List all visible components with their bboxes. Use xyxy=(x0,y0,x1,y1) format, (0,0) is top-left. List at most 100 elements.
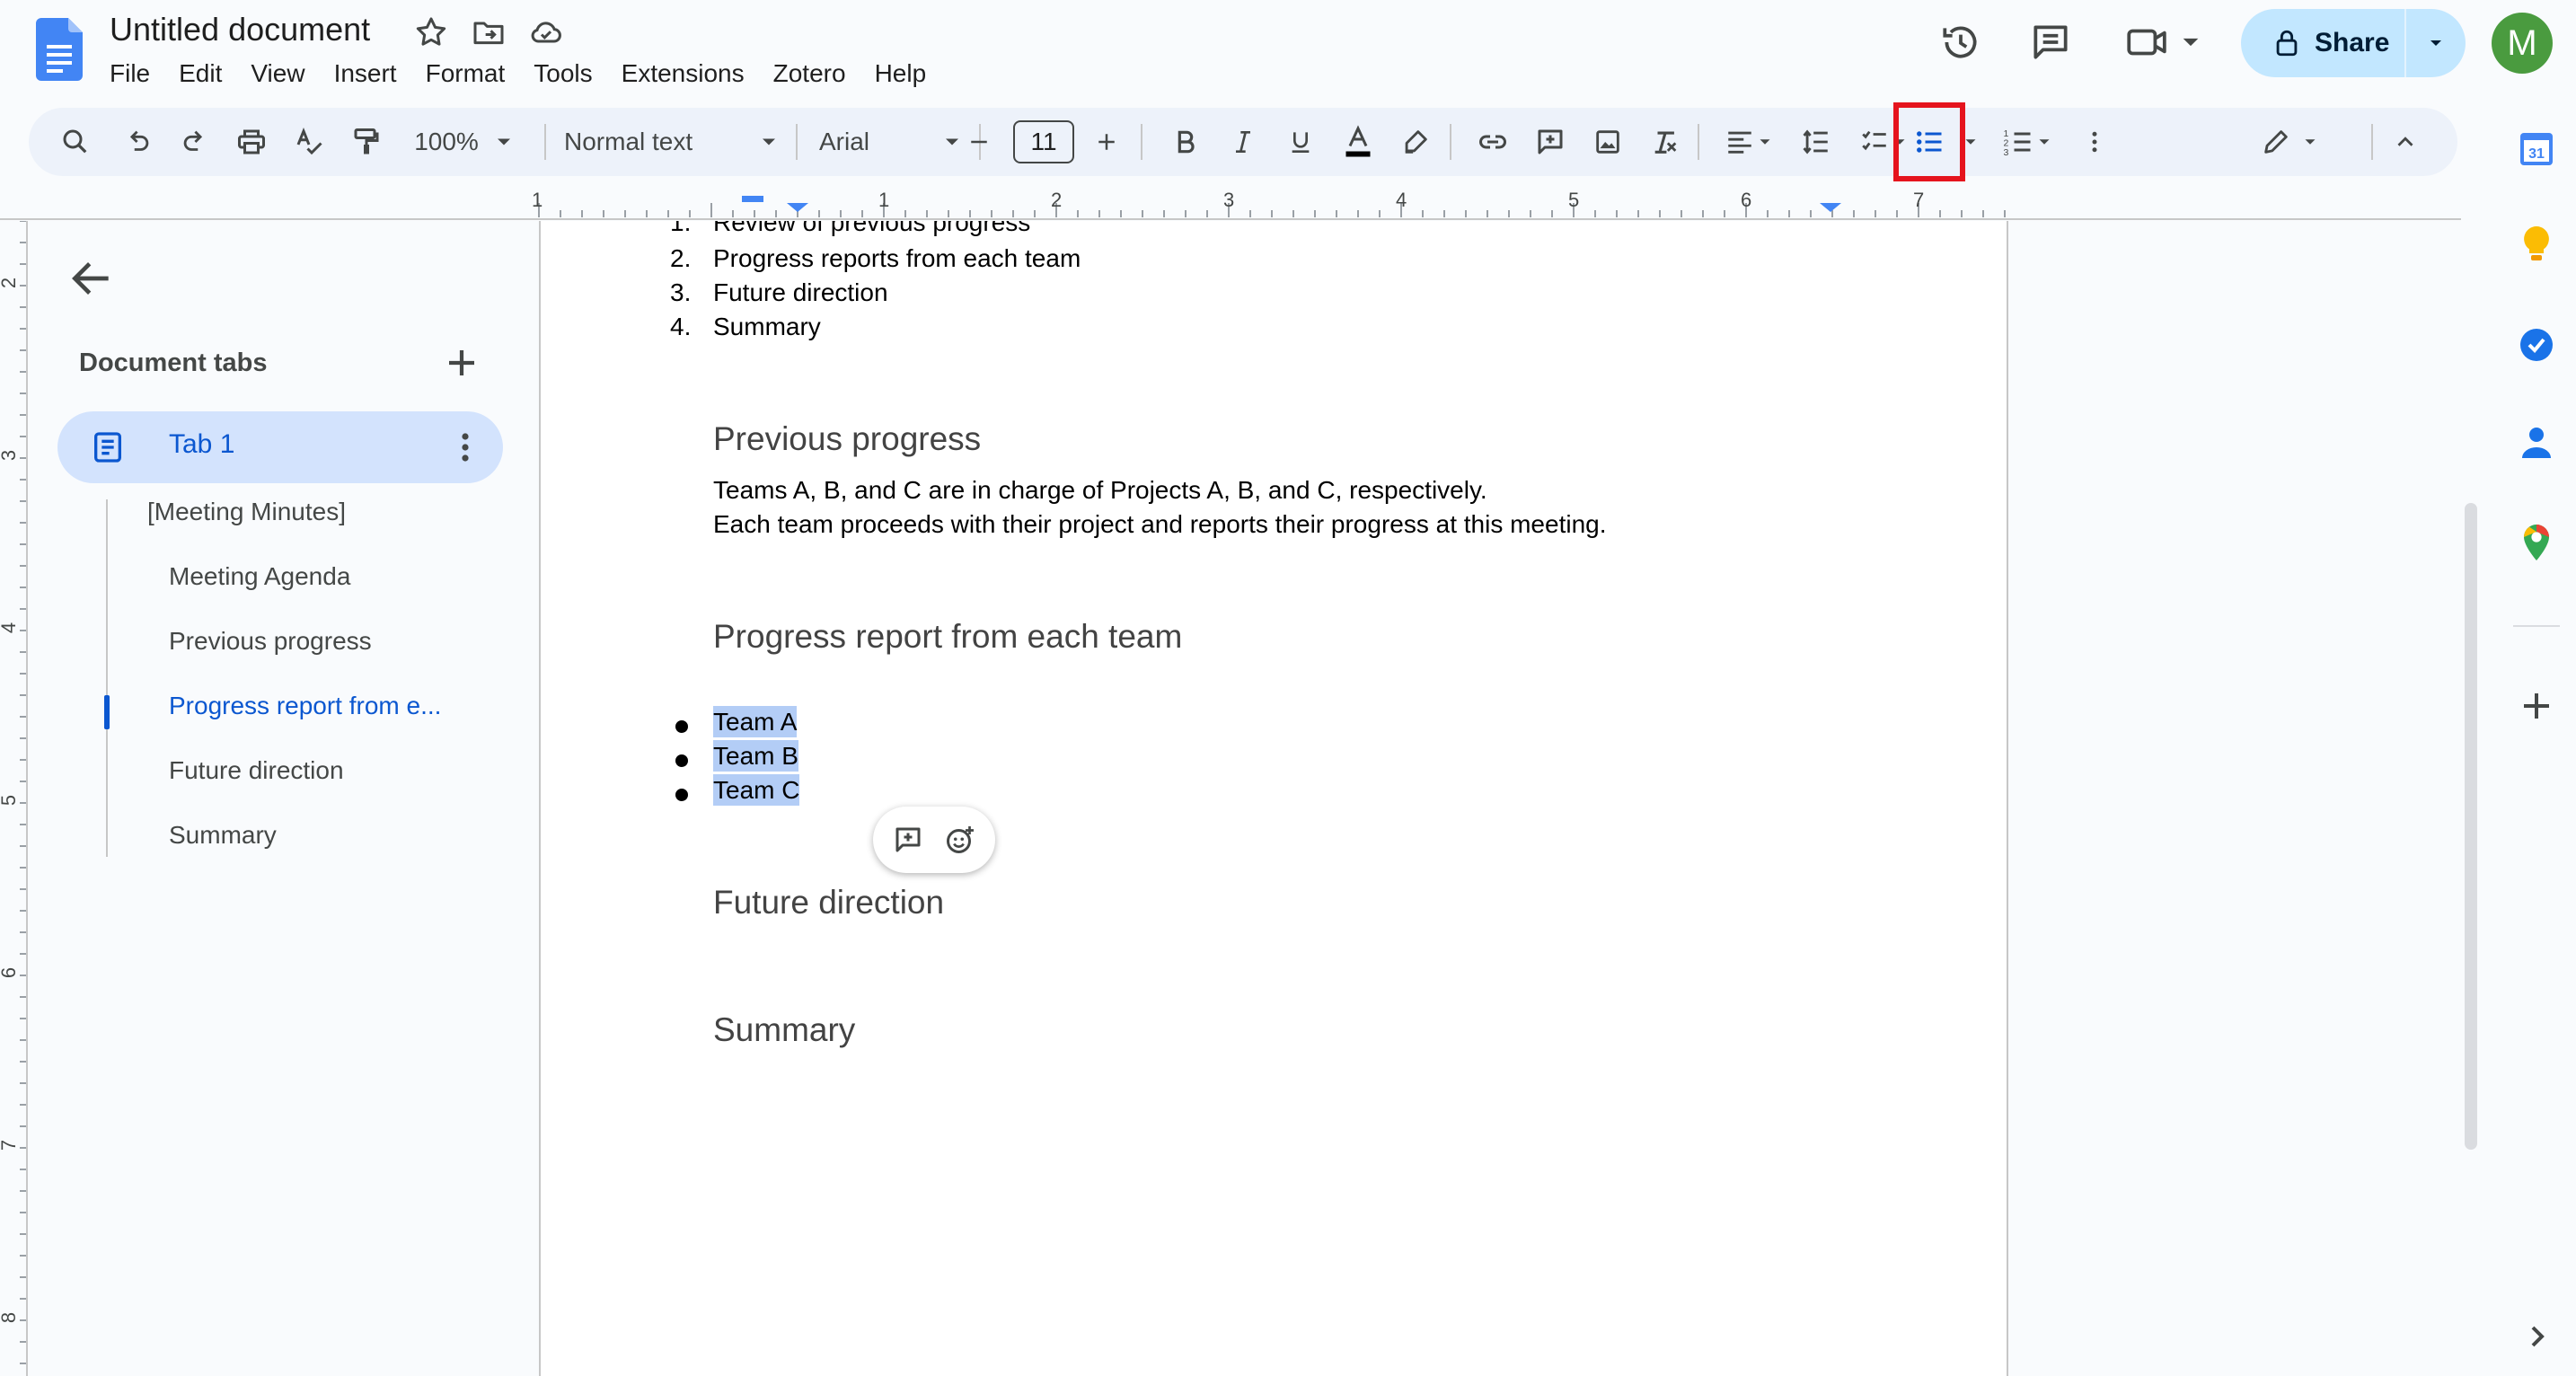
heading-summary[interactable]: Summary xyxy=(713,1011,855,1049)
ruler-number: 6 xyxy=(1741,189,1752,211)
bulleted-list-button[interactable] xyxy=(1893,102,1965,181)
outline-item-meeting-agenda[interactable]: Meeting Agenda xyxy=(169,562,350,591)
menu-tools[interactable]: Tools xyxy=(519,56,606,92)
tab-1[interactable]: Tab 1 xyxy=(57,411,503,483)
list-number: 3. xyxy=(670,278,692,306)
more-options-icon[interactable] xyxy=(2073,120,2116,163)
share-button[interactable]: Share xyxy=(2241,9,2466,77)
selection-floating-toolbar xyxy=(873,807,995,873)
menu-insert[interactable]: Insert xyxy=(320,56,411,92)
ruler-number: 3 xyxy=(0,450,21,461)
font-family-select[interactable]: Arial xyxy=(790,120,965,163)
comments-icon[interactable] xyxy=(2028,20,2073,65)
insert-link-icon[interactable] xyxy=(1471,120,1514,163)
underline-icon[interactable] xyxy=(1279,120,1322,163)
toolbar-divider xyxy=(2371,124,2373,160)
tab-options-more-icon[interactable] xyxy=(444,426,487,469)
editing-mode-select[interactable] xyxy=(2253,120,2328,163)
outline-item-summary[interactable]: Summary xyxy=(169,821,277,850)
calendar-icon[interactable]: 31 xyxy=(2515,128,2558,171)
document-tab-icon xyxy=(90,429,126,465)
agenda-item[interactable]: 4. Summary xyxy=(670,313,821,341)
paragraph-style-select[interactable]: Normal text xyxy=(564,120,781,163)
menu-zotero[interactable]: Zotero xyxy=(759,56,860,92)
agenda-item[interactable]: 1. Review of previous progress xyxy=(670,221,1030,237)
cloud-saved-icon[interactable] xyxy=(528,14,564,50)
share-dropdown-arrow-icon[interactable] xyxy=(2406,9,2466,77)
search-menus-icon[interactable] xyxy=(54,120,97,163)
document-page[interactable]: 1. Review of previous progress 2. Progre… xyxy=(539,221,2008,1376)
clear-formatting-icon[interactable] xyxy=(1644,120,1687,163)
version-history-icon[interactable] xyxy=(1938,20,1983,65)
move-folder-icon[interactable] xyxy=(471,14,507,50)
highlight-color-icon[interactable] xyxy=(1394,120,1437,163)
keep-lightbulb-icon[interactable] xyxy=(2515,223,2558,266)
zoom-select[interactable]: 100% xyxy=(406,120,525,163)
font-size-input[interactable] xyxy=(1013,120,1074,163)
text-color-icon[interactable] xyxy=(1337,120,1380,163)
maps-pin-icon[interactable] xyxy=(2515,521,2558,564)
align-select[interactable] xyxy=(1717,120,1782,163)
paragraph[interactable]: Each team proceeds with their project an… xyxy=(713,510,1607,539)
vertical-ruler[interactable]: 2 3 4 5 6 7 8 xyxy=(0,221,29,1376)
toolbar-divider xyxy=(1450,124,1451,160)
document-title[interactable]: Untitled document xyxy=(110,11,370,49)
star-icon[interactable] xyxy=(413,14,449,50)
hide-menus-chevron-up-icon[interactable] xyxy=(2384,120,2427,163)
share-divider xyxy=(2404,9,2406,77)
bold-icon[interactable] xyxy=(1164,120,1207,163)
line-spacing-icon[interactable] xyxy=(1795,120,1838,163)
menu-file[interactable]: File xyxy=(110,56,164,92)
document-tabs-heading: Document tabs xyxy=(79,348,268,377)
horizontal-ruler[interactable]: 1 1 2 3 4 5 6 7 xyxy=(0,185,2461,221)
add-emoji-reaction-icon[interactable] xyxy=(944,824,976,856)
heading-previous-progress[interactable]: Previous progress xyxy=(713,420,981,458)
heading-progress-report[interactable]: Progress report from each team xyxy=(713,618,1182,656)
spell-check-icon[interactable] xyxy=(287,120,331,163)
left-indent-marker[interactable] xyxy=(787,203,808,212)
paint-format-icon[interactable] xyxy=(345,120,388,163)
meet-icon[interactable] xyxy=(2123,20,2213,65)
show-side-panel-chevron-right-icon[interactable] xyxy=(2515,1315,2558,1358)
menu-extensions[interactable]: Extensions xyxy=(607,56,759,92)
bullet-item[interactable]: Team C xyxy=(675,774,800,806)
redo-icon[interactable] xyxy=(172,120,216,163)
agenda-item[interactable]: 2. Progress reports from each team xyxy=(670,244,1081,273)
vertical-scrollbar[interactable] xyxy=(2465,503,2477,1150)
outline-item-previous-progress[interactable]: Previous progress xyxy=(169,627,372,656)
docs-logo-icon[interactable] xyxy=(36,18,83,81)
menu-edit[interactable]: Edit xyxy=(164,56,236,92)
decrease-font-size-icon[interactable] xyxy=(957,120,1001,163)
menu-help[interactable]: Help xyxy=(860,56,941,92)
contacts-person-icon[interactable] xyxy=(2515,420,2558,463)
tasks-check-icon[interactable] xyxy=(2515,323,2558,366)
increase-font-size-icon[interactable] xyxy=(1085,120,1128,163)
heading-future-direction[interactable]: Future direction xyxy=(713,884,944,922)
bullet-item[interactable]: Team B xyxy=(675,740,798,772)
first-line-indent-marker[interactable] xyxy=(742,196,763,202)
share-main[interactable]: Share xyxy=(2241,9,2404,77)
italic-icon[interactable] xyxy=(1222,120,1265,163)
list-number: 2. xyxy=(670,244,692,272)
insert-image-icon[interactable] xyxy=(1586,120,1629,163)
menu-view[interactable]: View xyxy=(236,56,319,92)
pencil-icon xyxy=(2264,130,2288,154)
paragraph[interactable]: Teams A, B, and C are in charge of Proje… xyxy=(713,476,1487,505)
add-tab-plus-icon[interactable] xyxy=(437,338,487,388)
outline-item-progress-report[interactable]: Progress report from e... xyxy=(169,692,441,720)
outline-item-meeting-minutes[interactable]: [Meeting Minutes] xyxy=(147,498,346,526)
bullet-item[interactable]: Team A xyxy=(675,706,798,737)
close-outline-arrow-left-icon[interactable] xyxy=(66,253,117,304)
add-comment-icon[interactable] xyxy=(1529,120,1572,163)
add-comment-floating-icon[interactable] xyxy=(892,824,924,856)
outline-item-future-direction[interactable]: Future direction xyxy=(169,756,344,785)
get-add-ons-plus-icon[interactable] xyxy=(2515,684,2558,728)
account-avatar[interactable]: M xyxy=(2492,13,2553,74)
right-indent-marker[interactable] xyxy=(1820,203,1841,212)
print-icon[interactable] xyxy=(230,120,273,163)
undo-icon[interactable] xyxy=(117,120,160,163)
agenda-item[interactable]: 3. Future direction xyxy=(670,278,888,307)
menu-format[interactable]: Format xyxy=(411,56,520,92)
bulleted-list-dropdown-icon[interactable] xyxy=(1960,120,1981,163)
numbered-list-select[interactable]: 123 xyxy=(1992,120,2064,163)
